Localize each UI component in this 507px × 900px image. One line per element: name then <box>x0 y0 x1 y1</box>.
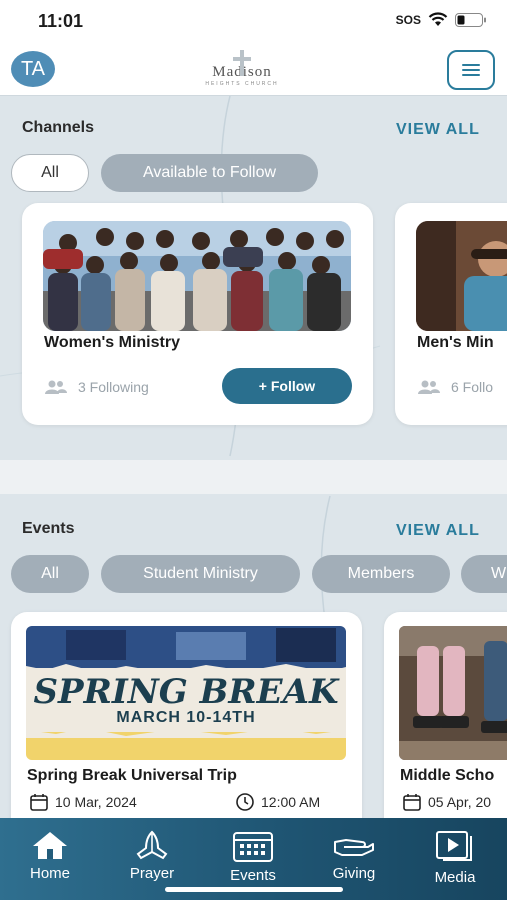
events-filter-members[interactable]: Members <box>312 555 450 593</box>
people-icon <box>45 380 67 394</box>
events-view-all-link[interactable]: VIEW ALL <box>396 522 480 540</box>
media-play-icon <box>436 831 472 861</box>
status-icons: SOS <box>396 12 487 27</box>
following-count: 6 Follo <box>417 379 493 395</box>
hamburger-icon <box>462 64 480 66</box>
church-logo: Madison HEIGHTS CHURCH <box>192 50 292 94</box>
channel-card-mens-ministry[interactable]: Men's Min 6 Follo <box>395 203 507 425</box>
following-count: 3 Following <box>44 379 149 395</box>
channel-title: Women's Ministry <box>44 334 180 351</box>
events-filter-all[interactable]: All <box>11 555 89 593</box>
status-time: 11:01 <box>38 11 84 31</box>
tab-home[interactable]: Home <box>15 830 85 882</box>
channel-card-womens-ministry[interactable]: Women's Ministry 3 Following + Follow <box>22 203 373 425</box>
events-filter-student-ministry[interactable]: Student Ministry <box>101 555 300 593</box>
tab-prayer[interactable]: Prayer <box>117 830 187 882</box>
event-date: 10 Mar, 2024 <box>29 792 137 812</box>
event-time: 12:00 AM <box>235 792 320 812</box>
banner-dates: MARCH 10-14TH <box>116 709 256 726</box>
channels-filter-available[interactable]: Available to Follow <box>101 154 318 192</box>
wifi-icon <box>428 12 448 26</box>
event-date: 05 Apr, 20 <box>402 792 491 812</box>
banner-title: SPRING BREAK <box>33 672 339 712</box>
mens-ministry-photo <box>416 221 507 331</box>
tab-events[interactable]: Events <box>218 830 288 884</box>
event-title: Spring Break Universal Trip <box>27 767 237 784</box>
sos-indicator: SOS <box>395 12 421 27</box>
clock-icon <box>236 793 254 811</box>
main-content[interactable]: Channels VIEW ALL All Available to Follo… <box>0 96 507 818</box>
people-icon <box>418 380 440 394</box>
praying-hands-icon <box>136 830 168 860</box>
calendar-icon <box>30 794 48 811</box>
tab-media[interactable]: Media <box>420 830 490 886</box>
channels-view-all-link[interactable]: VIEW ALL <box>396 121 480 139</box>
channels-title: Channels <box>22 119 95 136</box>
app-header: TA Madison HEIGHTS CHURCH <box>0 44 507 96</box>
calendar-icon <box>403 794 421 811</box>
home-icon <box>33 832 67 859</box>
avatar[interactable]: TA <box>11 51 55 87</box>
giving-hand-icon <box>334 839 374 856</box>
channels-filter-all[interactable]: All <box>11 154 89 192</box>
channel-title: Men's Min <box>417 334 494 351</box>
tab-giving[interactable]: Giving <box>319 830 389 882</box>
follow-button[interactable]: + Follow <box>222 368 352 404</box>
event-title: Middle Scho <box>400 767 495 784</box>
events-filter-more[interactable]: W <box>461 555 507 593</box>
calendar-icon <box>233 832 273 862</box>
event-card-spring-break[interactable]: SPRING BREAK MARCH 10-14TH Spring Break … <box>11 612 362 818</box>
menu-button[interactable] <box>447 50 495 90</box>
events-title: Events <box>22 520 75 537</box>
middle-school-photo <box>399 626 507 760</box>
home-indicator <box>165 887 343 892</box>
battery-icon <box>455 12 486 27</box>
cross-icon <box>227 50 257 76</box>
womens-ministry-photo <box>43 221 351 331</box>
section-divider <box>0 460 507 494</box>
event-card-middle-school[interactable]: Middle Scho 05 Apr, 20 <box>384 612 507 818</box>
status-bar: 11:01 SOS <box>0 0 507 44</box>
